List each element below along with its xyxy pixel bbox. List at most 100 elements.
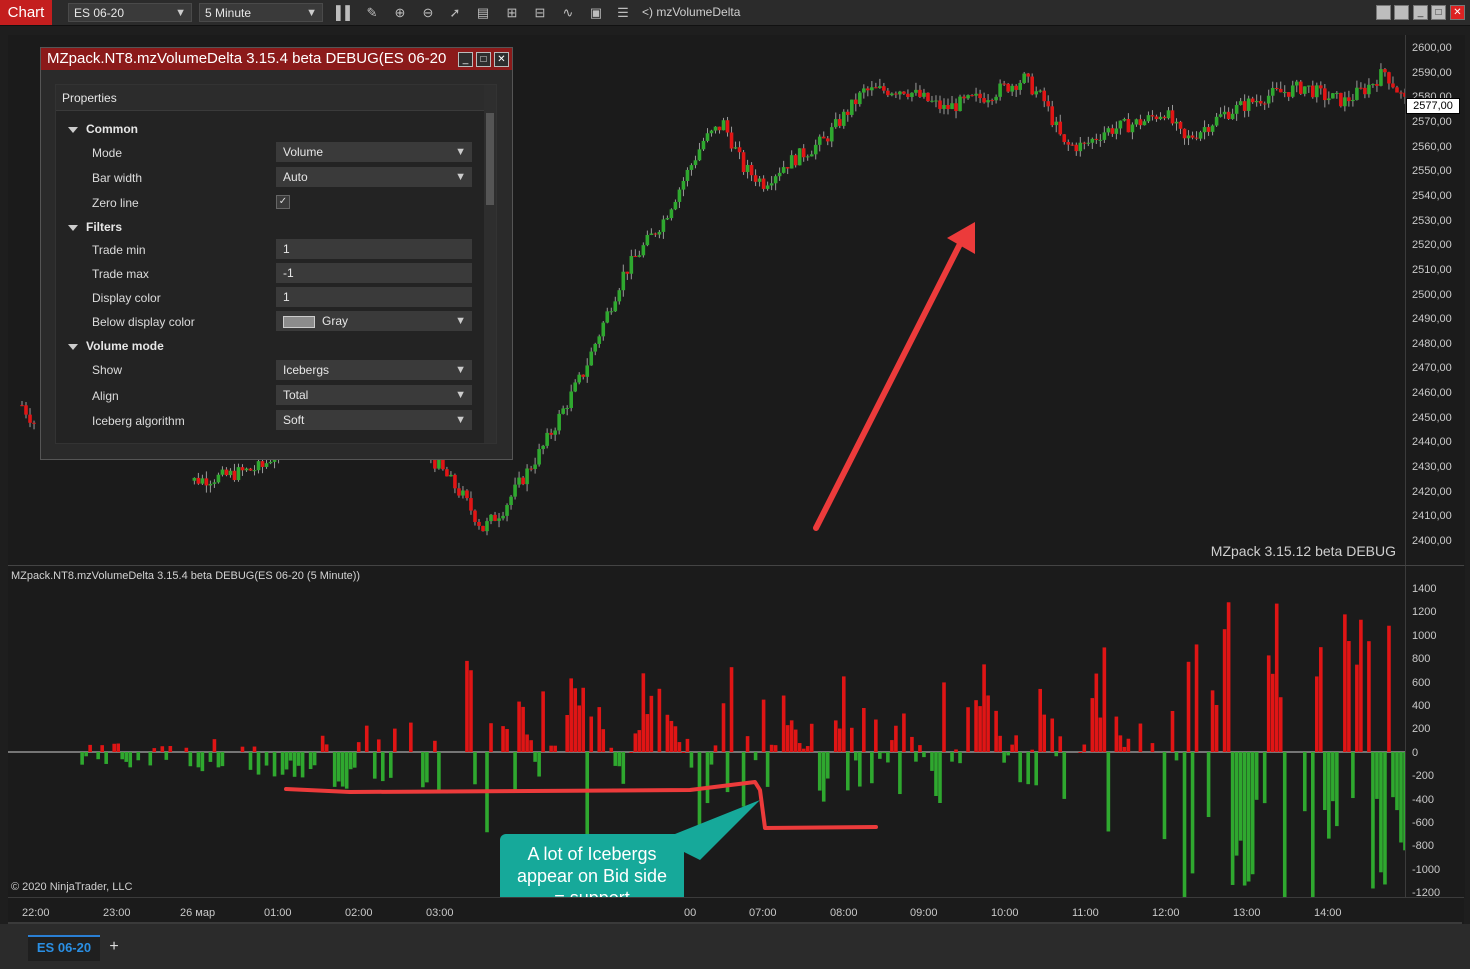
candle-down xyxy=(1298,81,1303,94)
minimize-icon[interactable]: _ xyxy=(458,52,473,67)
delta-bar-negative xyxy=(1351,752,1355,799)
section-common[interactable]: Common xyxy=(68,122,138,136)
delta-bar-negative xyxy=(934,752,938,797)
close-icon[interactable]: ✕ xyxy=(1450,5,1465,20)
properties-icon[interactable]: ▤ xyxy=(474,4,492,21)
candle-up xyxy=(617,290,622,302)
templates-icon[interactable]: ⊞ xyxy=(503,4,521,21)
price-axis[interactable]: 2600,002590,002580,002570,002560,002550,… xyxy=(1405,35,1465,565)
zero-line-checkbox[interactable]: ✓ xyxy=(276,195,290,209)
candle-up xyxy=(1186,135,1191,139)
delta-axis[interactable]: 1400 1200 1000 800 600 400 200 0 -200 -400 -600 -80… xyxy=(1405,566,1465,899)
candle-down xyxy=(854,99,858,105)
trade-max-input[interactable]: -1 xyxy=(276,263,472,283)
candle-down xyxy=(1319,85,1323,89)
properties-scrollbar[interactable] xyxy=(484,85,496,443)
maximize-icon[interactable]: □ xyxy=(476,52,491,67)
draw-tool-icon[interactable]: ✎ xyxy=(363,4,381,21)
zoom-out-icon[interactable]: ⊖ xyxy=(419,4,437,21)
candle-up xyxy=(1306,85,1311,87)
trade-min-input[interactable]: 1 xyxy=(276,239,472,259)
section-filters[interactable]: Filters xyxy=(68,220,122,234)
list-icon[interactable]: ☰ xyxy=(614,4,632,21)
candle-down xyxy=(1206,127,1211,132)
candle-up xyxy=(661,219,666,232)
delta-bar-negative xyxy=(1018,752,1022,783)
trade-min-label: Trade min xyxy=(92,243,146,257)
candle-down xyxy=(1066,142,1071,145)
candle-up xyxy=(878,86,882,88)
window-restore-icon[interactable] xyxy=(1376,5,1391,20)
section-volume-mode[interactable]: Volume mode xyxy=(68,339,164,353)
window-tile-icon[interactable] xyxy=(1394,5,1409,20)
display-color-input[interactable]: 1 xyxy=(276,287,472,307)
volume-delta-pane[interactable] xyxy=(8,566,1405,897)
tab-es-06-20[interactable]: ES 06-20 xyxy=(28,935,100,961)
candle-up xyxy=(1210,125,1215,132)
pointer-icon[interactable]: ➚ xyxy=(446,4,464,21)
delta-bar-positive xyxy=(862,707,866,752)
bar-type-icon[interactable]: ▌▌ xyxy=(336,4,354,21)
candle-down xyxy=(1278,88,1283,93)
candle-up xyxy=(998,83,1002,97)
time-axis[interactable]: 22:00 23:00 26 мар 01:00 02:00 03:00 00 … xyxy=(8,897,1464,925)
bar-width-select[interactable]: Auto ▼ xyxy=(276,167,472,187)
tab-bar: ES 06-20 + xyxy=(0,924,1470,969)
below-display-color-select[interactable]: Gray ▼ xyxy=(276,311,472,331)
delta-bar-positive xyxy=(409,722,413,752)
scrollbar-thumb[interactable] xyxy=(486,113,494,205)
chart-app-label[interactable]: Chart xyxy=(0,0,52,25)
delta-bar-negative xyxy=(1246,752,1251,882)
delta-bar-negative xyxy=(537,752,541,777)
candle-up xyxy=(705,133,710,141)
delta-bar-negative xyxy=(248,752,253,770)
maximize-icon[interactable]: □ xyxy=(1431,5,1446,20)
zoom-in-icon[interactable]: ⊕ xyxy=(391,4,409,21)
section-filters-label: Filters xyxy=(86,220,123,234)
instrument-selector[interactable]: ES 06-20 ▼ xyxy=(68,3,192,22)
candle-down xyxy=(954,103,958,112)
strategies-icon[interactable]: ⊟ xyxy=(531,4,549,21)
show-select[interactable]: Icebergs ▼ xyxy=(276,360,472,380)
iceberg-algorithm-select[interactable]: Soft ▼ xyxy=(276,410,472,430)
candle-up xyxy=(713,126,718,131)
candle-up xyxy=(585,365,590,377)
minimize-icon[interactable]: _ xyxy=(1413,5,1428,20)
candle-up xyxy=(966,95,970,99)
mode-select[interactable]: Volume ▼ xyxy=(276,142,472,162)
delta-bar-positive xyxy=(1319,647,1323,752)
delta-bar-positive xyxy=(657,688,662,752)
data-box-icon[interactable]: ▣ xyxy=(587,4,605,21)
candle-down xyxy=(625,271,630,274)
delta-bar-positive xyxy=(1347,641,1351,752)
delta-bar-positive xyxy=(1014,735,1018,752)
delta-bar-positive xyxy=(894,725,898,752)
chevron-down-icon: ▼ xyxy=(455,414,466,426)
add-tab-button[interactable]: + xyxy=(104,936,124,958)
align-select[interactable]: Total ▼ xyxy=(276,385,472,405)
properties-window[interactable]: MZpack.NT8.mzVolumeDelta 3.15.4 beta DEB… xyxy=(40,47,513,460)
delta-bar-positive xyxy=(1050,718,1055,752)
candle-up xyxy=(1146,115,1151,122)
candle-up xyxy=(541,445,545,450)
candle-up xyxy=(950,103,954,110)
delta-bar-negative xyxy=(1238,752,1243,841)
candle-up xyxy=(1018,82,1022,90)
properties-window-title[interactable]: MZpack.NT8.mzVolumeDelta 3.15.4 beta DEB… xyxy=(41,48,512,70)
candle-up xyxy=(501,515,505,519)
price-tick-label: 2600,00 xyxy=(1412,42,1452,54)
candle-down xyxy=(1363,87,1367,95)
candle-up xyxy=(557,413,561,431)
close-icon[interactable]: ✕ xyxy=(494,52,509,67)
candle-down xyxy=(906,93,910,97)
interval-selector[interactable]: 5 Minute ▼ xyxy=(199,3,323,22)
candle-up xyxy=(545,432,549,446)
delta-bar-positive xyxy=(1274,603,1279,752)
candle-up xyxy=(236,467,241,481)
candle-down xyxy=(1250,98,1255,103)
candle-up xyxy=(1038,90,1043,92)
indicators-icon[interactable]: ∿ xyxy=(559,4,577,21)
candle-up xyxy=(657,231,662,235)
indicator-label[interactable]: <) mzVolumeDelta xyxy=(642,4,740,21)
delta-bar-positive xyxy=(1102,647,1107,752)
